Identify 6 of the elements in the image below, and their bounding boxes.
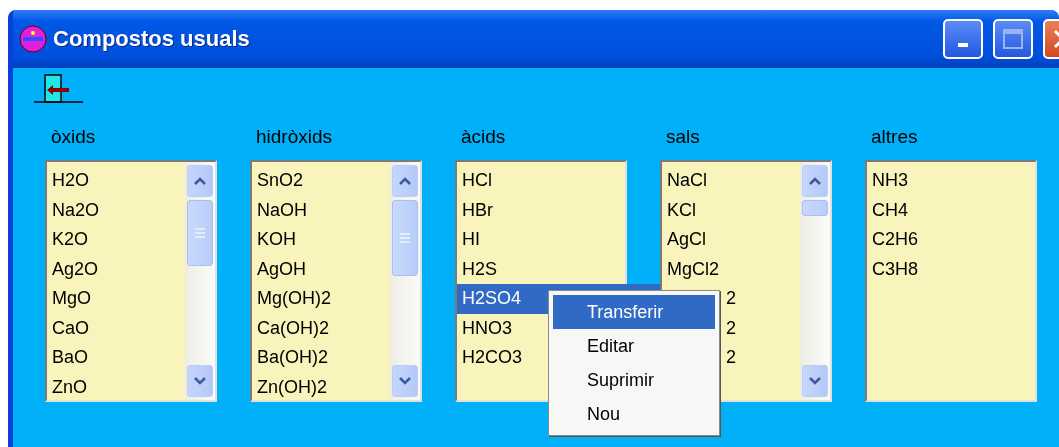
list-label: altres xyxy=(870,125,919,149)
list-label: sals xyxy=(665,125,701,149)
window-title: Compostos usuals xyxy=(53,26,251,52)
list-label: hidròxids xyxy=(255,125,334,149)
list-label: àcids xyxy=(460,125,507,149)
list-label: òxids xyxy=(50,125,97,149)
